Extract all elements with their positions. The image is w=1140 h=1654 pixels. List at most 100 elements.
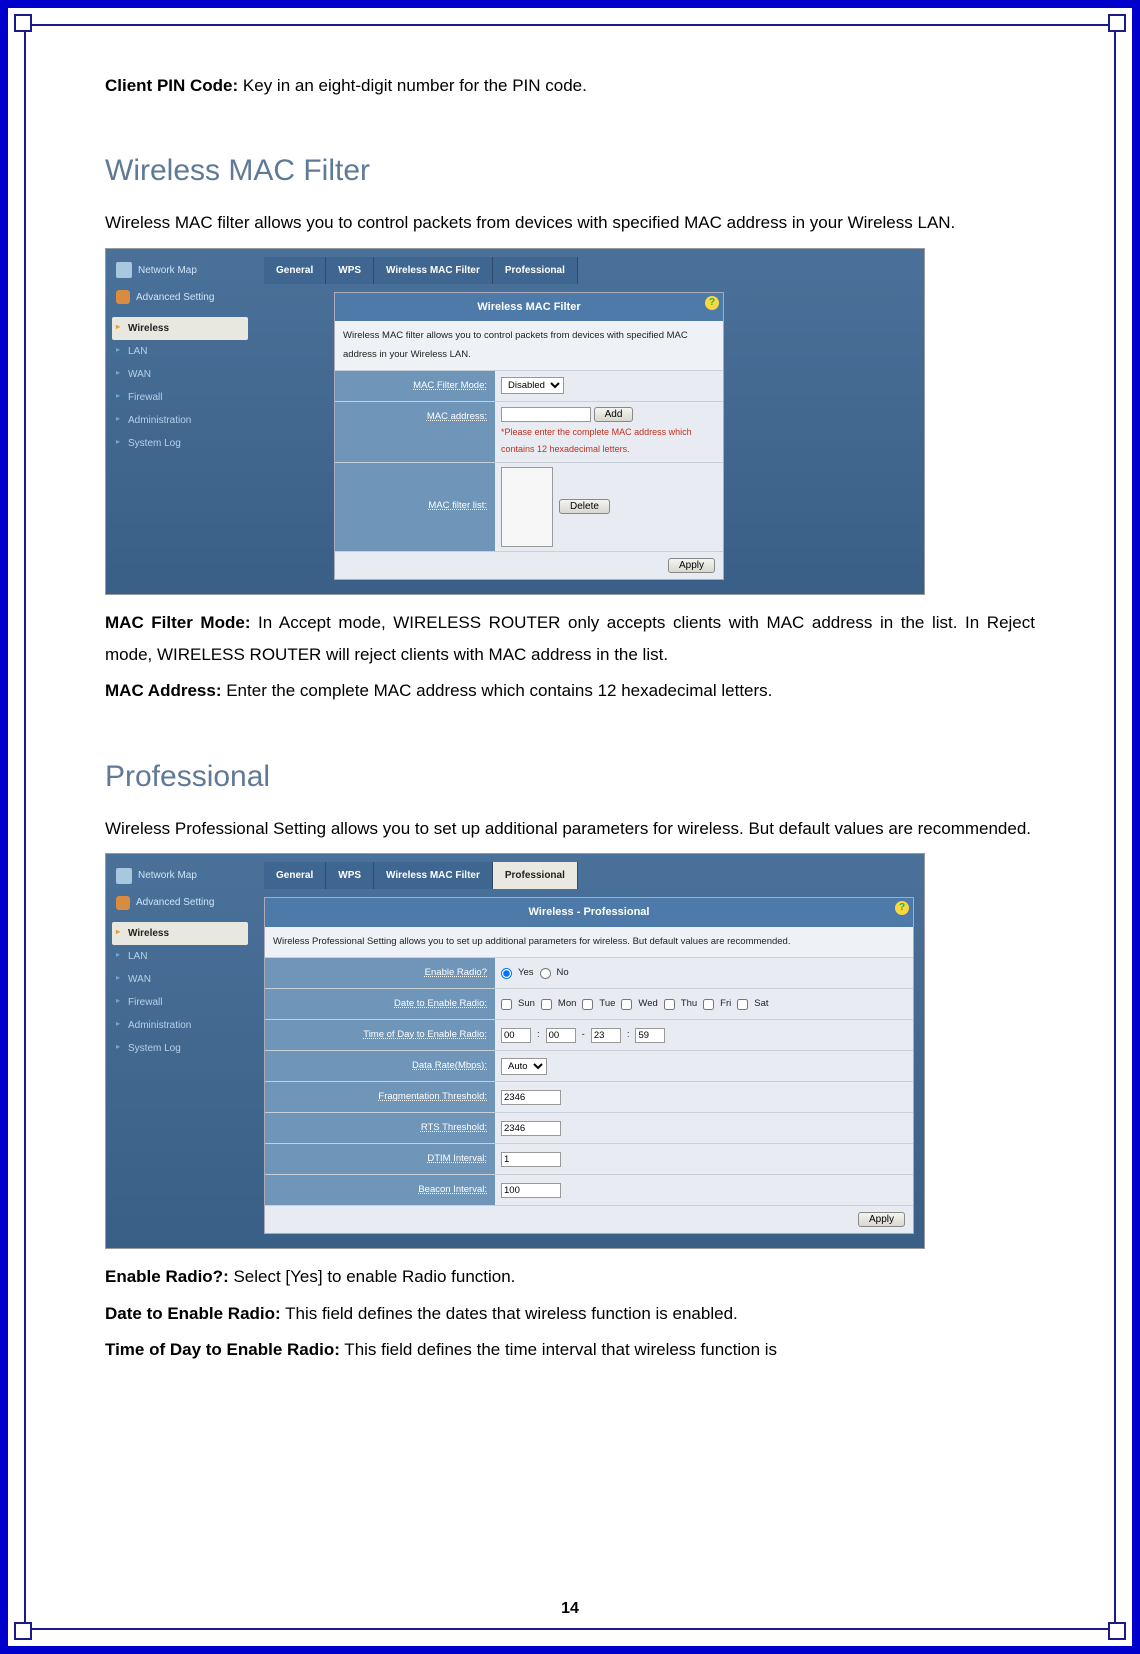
time-enable-para: Time of Day to Enable Radio: This field … [105, 1334, 1035, 1366]
tab2-general[interactable]: General [264, 862, 326, 889]
sidebar-item-system-log[interactable]: System Log [112, 432, 248, 455]
day-thu-label: Thu [681, 995, 697, 1013]
day-wed[interactable] [621, 999, 632, 1010]
main-area: General WPS Wireless MAC Filter Professi… [254, 249, 924, 594]
page-number: 14 [0, 1600, 1140, 1618]
help-icon[interactable]: ? [705, 296, 719, 310]
help-icon[interactable]: ? [895, 901, 909, 915]
day-sat[interactable] [737, 999, 748, 1010]
no-label: No [557, 964, 569, 982]
main-area2: General WPS Wireless MAC Filter Professi… [254, 854, 924, 1248]
day-sun[interactable] [501, 999, 512, 1010]
day-wed-label: Wed [638, 995, 657, 1013]
tools-icon [116, 290, 130, 304]
professional-panel: Wireless - Professional ? Wireless Profe… [264, 897, 914, 1234]
day-mon-label: Mon [558, 995, 576, 1013]
tabs2: General WPS Wireless MAC Filter Professi… [264, 862, 914, 889]
client-pin-para: Client PIN Code: Key in an eight-digit n… [105, 70, 1035, 102]
date-enable-label: Date to Enable Radio: [265, 989, 495, 1019]
tab2-professional[interactable]: Professional [493, 862, 578, 889]
client-pin-label: Client PIN Code: [105, 76, 238, 95]
time-h2[interactable] [591, 1028, 621, 1043]
day-sat-label: Sat [754, 995, 768, 1013]
dtim-label: DTIM Interval: [265, 1144, 495, 1174]
mac-address-para: MAC Address: Enter the complete MAC addr… [105, 675, 1035, 707]
enable-radio-text: Select [Yes] to enable Radio function. [229, 1267, 516, 1286]
frag-input[interactable] [501, 1090, 561, 1105]
panel2-title-text: Wireless - Professional [529, 906, 650, 918]
data-rate-label: Data Rate(Mbps): [265, 1051, 495, 1081]
time-enable-text-label: Time of Day to Enable Radio: [105, 1340, 340, 1359]
day-thu[interactable] [664, 999, 675, 1010]
sidebar2-item-administration[interactable]: Administration [112, 1014, 248, 1037]
sidebar2-item-advanced[interactable]: Advanced Setting [112, 889, 248, 916]
enable-radio-no[interactable] [540, 968, 551, 979]
panel-desc: Wireless MAC filter allows you to contro… [335, 321, 723, 369]
sidebar2-item-firewall[interactable]: Firewall [112, 991, 248, 1014]
mac-address-text-label: MAC Address: [105, 681, 222, 700]
time-m2[interactable] [635, 1028, 665, 1043]
professional-intro: Wireless Professional Setting allows you… [105, 813, 1035, 845]
sidebar-item-lan[interactable]: LAN [112, 340, 248, 363]
day-fri[interactable] [703, 999, 714, 1010]
sidebar-item-advanced[interactable]: Advanced Setting [112, 284, 248, 311]
dtim-input[interactable] [501, 1152, 561, 1167]
sidebar-item-firewall[interactable]: Firewall [112, 386, 248, 409]
mac-filter-heading: Wireless MAC Filter [105, 142, 1035, 199]
mac-filter-mode-select[interactable]: Disabled [501, 377, 564, 394]
beacon-label: Beacon Interval: [265, 1175, 495, 1205]
mac-filter-listbox[interactable] [501, 467, 553, 547]
time-enable-label: Time of Day to Enable Radio: [265, 1020, 495, 1050]
add-button[interactable]: Add [594, 407, 634, 422]
sidebar-item-wan[interactable]: WAN [112, 363, 248, 386]
time-h1[interactable] [501, 1028, 531, 1043]
apply-button[interactable]: Apply [668, 558, 715, 573]
network-map-icon [116, 262, 132, 278]
panel-title-text: Wireless MAC Filter [477, 301, 580, 313]
rts-input[interactable] [501, 1121, 561, 1136]
sidebar-item-administration[interactable]: Administration [112, 409, 248, 432]
tab2-mac-filter[interactable]: Wireless MAC Filter [374, 862, 493, 889]
mac-address-text: Enter the complete MAC address which con… [222, 681, 773, 700]
sidebar: Network Map Advanced Setting Wireless LA… [106, 249, 254, 594]
sidebar2-item-network-map[interactable]: Network Map [112, 862, 248, 889]
mac-filter-mode-label: MAC Filter Mode: [335, 371, 495, 401]
mac-address-label: MAC address: [335, 402, 495, 462]
tab-wps[interactable]: WPS [326, 257, 374, 284]
day-fri-label: Fri [720, 995, 731, 1013]
client-pin-text: Key in an eight-digit number for the PIN… [238, 76, 587, 95]
sidebar-submenu: Wireless LAN WAN Firewall Administration… [112, 315, 248, 457]
time-m1[interactable] [546, 1028, 576, 1043]
professional-screenshot: Network Map Advanced Setting Wireless LA… [105, 853, 925, 1249]
rts-label: RTS Threshold: [265, 1113, 495, 1143]
apply-button-2[interactable]: Apply [858, 1212, 905, 1227]
day-mon[interactable] [541, 999, 552, 1010]
time-enable-text: This field defines the time interval tha… [340, 1340, 777, 1359]
yes-label: Yes [518, 964, 534, 982]
sidebar2-item-wan[interactable]: WAN [112, 968, 248, 991]
panel-title: Wireless MAC Filter ? [335, 293, 723, 322]
date-enable-text-label: Date to Enable Radio: [105, 1304, 281, 1323]
sidebar-item-network-map[interactable]: Network Map [112, 257, 248, 284]
enable-radio-text-label: Enable Radio?: [105, 1267, 229, 1286]
data-rate-select[interactable]: Auto [501, 1058, 547, 1075]
sidebar-item-wireless[interactable]: Wireless [112, 317, 248, 340]
mac-filter-mode-text-label: MAC Filter Mode: [105, 613, 250, 632]
tab-professional[interactable]: Professional [493, 257, 578, 284]
sidebar-network-map-label: Network Map [138, 261, 197, 280]
sidebar2-submenu: Wireless LAN WAN Firewall Administration… [112, 920, 248, 1062]
professional-heading: Professional [105, 748, 1035, 805]
beacon-input[interactable] [501, 1183, 561, 1198]
tab-mac-filter[interactable]: Wireless MAC Filter [374, 257, 493, 284]
tab-general[interactable]: General [264, 257, 326, 284]
day-tue[interactable] [582, 999, 593, 1010]
enable-radio-label: Enable Radio? [265, 958, 495, 988]
tab2-wps[interactable]: WPS [326, 862, 374, 889]
enable-radio-yes[interactable] [501, 968, 512, 979]
sidebar2-item-system-log[interactable]: System Log [112, 1037, 248, 1060]
delete-button[interactable]: Delete [559, 499, 610, 514]
mac-address-input[interactable] [501, 407, 591, 422]
sidebar2-item-wireless[interactable]: Wireless [112, 922, 248, 945]
sidebar2-item-lan[interactable]: LAN [112, 945, 248, 968]
date-enable-para: Date to Enable Radio: This field defines… [105, 1298, 1035, 1330]
